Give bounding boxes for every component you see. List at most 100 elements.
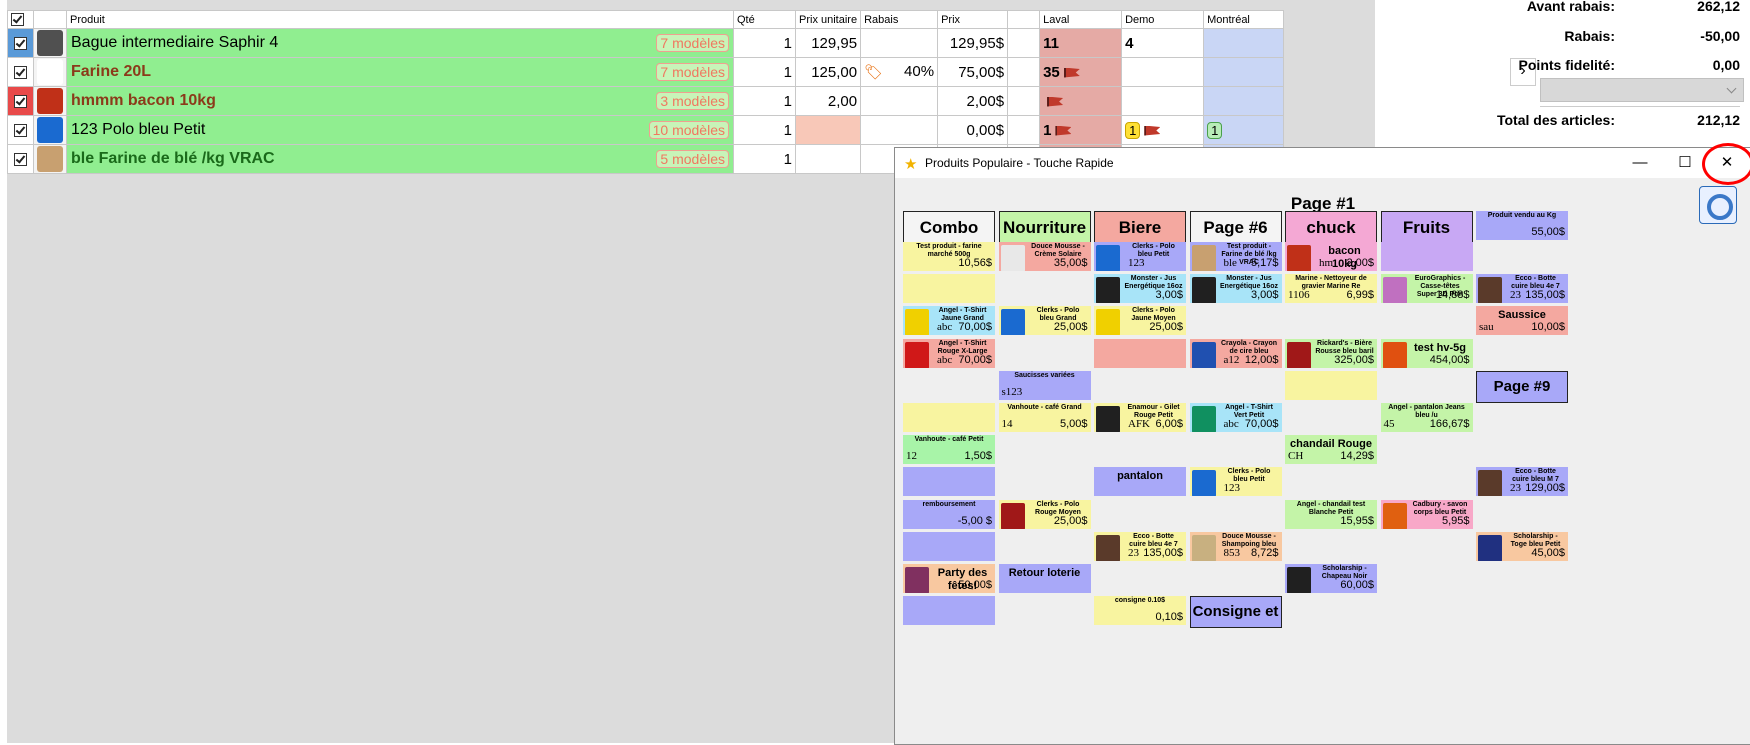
row-checkbox[interactable]	[7, 115, 34, 145]
quick-key-tile[interactable]: Saussice sau 10,00$	[1476, 306, 1568, 336]
unit-price-cell[interactable]: 125,00	[794, 57, 862, 87]
product-cell[interactable]: 123 Polo bleu Petit 10 modèles	[66, 115, 734, 145]
col-header-rabais[interactable]: Rabais	[860, 10, 939, 29]
maximize-button[interactable]: ☐	[1670, 153, 1700, 173]
col-header-prix-unitaire[interactable]: Prix unitaire	[794, 10, 862, 29]
quick-key-tile[interactable]: Ecco - Botte cuire bleu 4e 7 23 135,00$	[1476, 274, 1568, 304]
qty-cell[interactable]: 1	[733, 144, 796, 174]
quick-key-tile[interactable]: Test produit - farine marché 500g 10,56$	[903, 242, 995, 271]
category-tab-biere[interactable]: Biere	[1094, 211, 1186, 243]
models-badge[interactable]: 7 modèles	[656, 63, 729, 81]
discount-cell[interactable]: 🏷 40%	[860, 57, 939, 87]
quick-key-tile[interactable]: Scholarship - Toge bleu Petit 45,00$	[1476, 531, 1568, 561]
col-header-qte[interactable]: Qté	[733, 10, 796, 29]
order-row[interactable]: Farine 20L 7 modèles 1 125,00 🏷 40% 75,00…	[7, 57, 1285, 87]
quick-key-tile[interactable]	[1380, 242, 1473, 271]
quick-key-tile[interactable]: Monster - Jus Energétique 16oz 3,00$	[1189, 274, 1282, 304]
product-cell[interactable]: ble Farine de blé /kg VRAC 5 modèles	[66, 144, 734, 174]
settings-gear-button[interactable]	[1699, 186, 1737, 224]
quick-key-tile[interactable]: Rickard's - Bière Rousse bleu baril 325,0…	[1285, 338, 1377, 368]
quick-key-tile[interactable]	[1285, 370, 1377, 400]
loyalty-dropdown[interactable]	[1540, 78, 1744, 102]
category-tab-nourriture[interactable]: Nourriture	[998, 211, 1091, 243]
select-all-checkbox[interactable]	[7, 10, 34, 29]
col-header-demo[interactable]: Demo	[1121, 10, 1205, 29]
quick-key-tile[interactable]: Angel - T-Shirt Jaune Grand abc 70,00$	[903, 306, 995, 336]
product-cell[interactable]: hmmm bacon 10kg 3 modèles	[66, 86, 734, 116]
quick-key-tile[interactable]	[1094, 338, 1186, 368]
quick-key-tile[interactable]: Clerks - Polo bleu Grand 25,00$	[998, 306, 1091, 336]
product-cell[interactable]: Bague intermediaire Saphir 4 7 modèles	[66, 28, 734, 58]
quick-key-tile[interactable]: Clerks - Polo bleu Petit 123	[1094, 242, 1186, 271]
quick-key-tile[interactable]: Clerks - Polo Jaune Moyen 25,00$	[1094, 306, 1186, 336]
quick-key-tile[interactable]: Vanhoute - café Petit 12 1,50$	[903, 435, 995, 465]
discount-cell[interactable]	[860, 115, 939, 145]
quick-key-tile[interactable]: remboursement -5,00 $	[903, 499, 995, 529]
quick-key-tile[interactable]: Clerks - Polo bleu Petit 123	[1189, 467, 1282, 497]
col-header-laval[interactable]: Laval	[1039, 10, 1123, 29]
row-checkbox[interactable]	[7, 86, 34, 116]
minimize-button[interactable]: —	[1625, 153, 1655, 173]
qty-cell[interactable]: 1	[733, 86, 796, 116]
quick-key-tile[interactable]: Crayola - Crayon de cire bleu a12 12,00$	[1189, 338, 1282, 368]
row-checkbox[interactable]	[7, 144, 34, 174]
row-checkbox[interactable]	[7, 28, 34, 58]
quick-key-tile[interactable]: Test produit - Farine de blé /kg VRAC ble…	[1189, 242, 1282, 271]
col-header-montreal[interactable]: Montréal	[1203, 10, 1285, 29]
window-titlebar[interactable]: ★ Produits Populaire - Touche Rapide — ☐…	[895, 143, 1750, 185]
quick-key-tile[interactable]: bacon 10kg hm 2,00$	[1285, 242, 1377, 271]
quick-key-tile[interactable]: EuroGraphics - Casse-têtes Super 3D Prin…	[1380, 274, 1473, 304]
unit-price-cell[interactable]: 2,00	[794, 86, 862, 116]
order-row[interactable]: hmmm bacon 10kg 3 modèles 1 2,00 2,00$	[7, 86, 1285, 116]
quick-key-tile[interactable]: Produit vendu au Kg 55,00$	[1476, 211, 1568, 240]
quick-key-tile[interactable]: Douce Mousse - Crème Solaire 35,00$	[998, 242, 1091, 271]
quick-key-tile[interactable]: Angel - T-Shirt Vert Petit abc 70,00$	[1189, 403, 1282, 432]
quick-key-tile[interactable]: Scholarship - Chapeau Noir 60,00$	[1285, 564, 1377, 593]
quick-key-tile[interactable]: Party des fêtes! 50,00$	[903, 564, 995, 593]
quick-key-tile[interactable]: Monster - Jus Energétique 16oz 3,00$	[1094, 274, 1186, 304]
category-tab-combo[interactable]: Combo	[903, 211, 995, 243]
row-checkbox[interactable]	[7, 57, 34, 87]
quick-key-tile[interactable]: Enamour - Gilet Rouge Petit AFK 6,00$	[1094, 403, 1186, 432]
quick-key-tile[interactable]	[903, 467, 995, 497]
quick-key-tile[interactable]	[903, 403, 995, 432]
unit-price-cell[interactable]	[794, 115, 862, 145]
quick-key-tile[interactable]: Douce Mousse - Shampoing bleu 853 8,72$	[1189, 531, 1282, 561]
quick-key-tile[interactable]: Cadbury - savon corps bleu Petit 5,95$	[1380, 499, 1473, 529]
quick-key-tile[interactable]: Angel - T-Shirt Rouge X-Large abc 70,00$	[903, 338, 995, 368]
quick-key-tile[interactable]	[903, 596, 995, 626]
quick-key-tile[interactable]	[903, 274, 995, 304]
quick-key-tile[interactable]: Vanhoute - café Grand 14 5,00$	[998, 403, 1091, 432]
quick-key-tile[interactable]	[903, 531, 995, 561]
qty-cell[interactable]: 1	[733, 115, 796, 145]
quick-key-tile[interactable]: consigne 0.10$ 0,10$	[1094, 596, 1186, 626]
quick-key-tile[interactable]: Consigne et retour	[1189, 596, 1282, 629]
quick-key-tile[interactable]: Angel - pantalon Jeans bleu /u 45 166,67$	[1380, 403, 1473, 432]
unit-price-cell[interactable]	[794, 144, 862, 174]
quick-key-tile[interactable]: Retour loterie	[998, 564, 1091, 593]
category-tab-chuck[interactable]: chuck	[1285, 211, 1377, 243]
col-header-prix[interactable]: Prix	[937, 10, 1009, 29]
quick-key-tile[interactable]: chandail Rouge CH 14,29$	[1285, 435, 1377, 465]
quick-key-tile[interactable]: Ecco - Botte cuire bleu M 7 23 129,00$	[1476, 467, 1568, 497]
quick-key-tile[interactable]: Saucisses variées s123	[998, 370, 1091, 400]
models-badge[interactable]: 5 modèles	[656, 150, 729, 168]
category-tab-page-6[interactable]: Page #6	[1189, 211, 1282, 243]
category-tab-fruits[interactable]: Fruits	[1380, 211, 1473, 243]
quick-key-tile[interactable]: Angel - chandail test Blanche Petit 15,95…	[1285, 499, 1377, 529]
unit-price-cell[interactable]: 129,95	[794, 28, 862, 58]
models-badge[interactable]: 7 modèles	[656, 34, 729, 52]
models-badge[interactable]: 10 modèles	[648, 121, 729, 139]
quick-key-tile[interactable]: Clerks - Polo Rouge Moyen 25,00$	[998, 499, 1091, 529]
quick-key-tile[interactable]: pantalon	[1094, 467, 1186, 497]
quick-key-tile[interactable]: test hv-5g 454,00$	[1380, 338, 1473, 368]
close-button[interactable]: ✕	[1702, 143, 1750, 185]
quick-key-tile[interactable]: Page #9	[1476, 370, 1568, 403]
discount-cell[interactable]	[860, 86, 939, 116]
models-badge[interactable]: 3 modèles	[656, 92, 729, 110]
order-row[interactable]: 123 Polo bleu Petit 10 modèles 1 0,00$ 1…	[7, 115, 1285, 145]
col-header-produit[interactable]: Produit	[66, 10, 734, 29]
order-row[interactable]: Bague intermediaire Saphir 4 7 modèles 1…	[7, 28, 1285, 58]
discount-cell[interactable]	[860, 28, 939, 58]
quick-key-tile[interactable]: Ecco - Botte cuire bleu 4e 7 23 135,00$	[1094, 531, 1186, 561]
